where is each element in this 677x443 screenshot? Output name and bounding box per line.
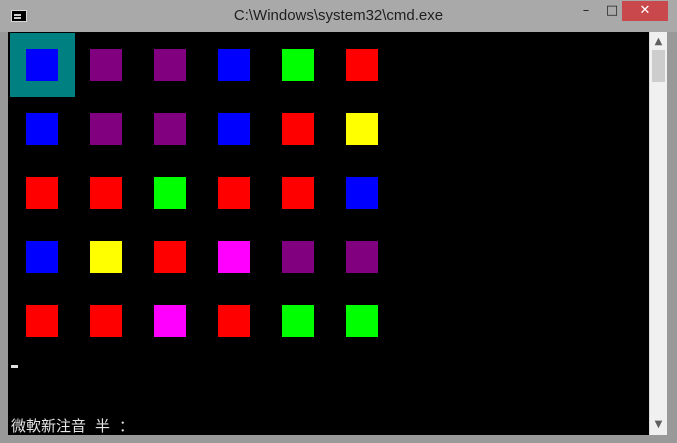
grid-cell-red xyxy=(346,49,378,81)
scroll-down-icon[interactable]: ▼ xyxy=(650,417,667,433)
grid-cell-red xyxy=(218,305,250,337)
grid-cell-blue xyxy=(26,241,58,273)
grid-cell-red xyxy=(90,305,122,337)
grid-cell-purple xyxy=(346,241,378,273)
grid-cell-green xyxy=(282,305,314,337)
grid-cell-purple xyxy=(154,49,186,81)
console-window: C:\Windows\system32\cmd.exe – □ ✕ 微軟新注音 … xyxy=(0,0,677,443)
ime-status: 微軟新注音 半 ： xyxy=(11,417,135,435)
grid-cell-green xyxy=(346,305,378,337)
scroll-thumb[interactable] xyxy=(652,50,665,82)
grid-cell-green xyxy=(282,49,314,81)
grid-cell-blue xyxy=(346,177,378,209)
grid-cell-purple xyxy=(154,113,186,145)
grid-cell-red xyxy=(282,177,314,209)
grid-cell-yellow xyxy=(346,113,378,145)
grid-cell-red xyxy=(90,177,122,209)
grid-cell-red xyxy=(282,113,314,145)
minimize-button[interactable]: – xyxy=(573,1,599,21)
grid-cell-purple xyxy=(90,49,122,81)
grid-cell-magenta xyxy=(218,241,250,273)
close-button[interactable]: ✕ xyxy=(622,1,668,21)
grid-cell-yellow xyxy=(90,241,122,273)
grid-cell-red xyxy=(26,177,58,209)
grid-cell-purple xyxy=(282,241,314,273)
text-cursor xyxy=(11,365,18,368)
grid-cell-magenta xyxy=(154,305,186,337)
grid-cell-green xyxy=(154,177,186,209)
grid-cell-blue xyxy=(218,49,250,81)
vertical-scrollbar[interactable]: ▲ ▼ xyxy=(649,32,667,435)
grid-cell-blue xyxy=(26,49,58,81)
console-area[interactable]: 微軟新注音 半 ： xyxy=(8,32,649,435)
grid-cell-purple xyxy=(90,113,122,145)
grid-cell-blue xyxy=(218,113,250,145)
grid-cell-red xyxy=(26,305,58,337)
grid-cell-red xyxy=(218,177,250,209)
grid-cell-red xyxy=(154,241,186,273)
title-bar[interactable]: C:\Windows\system32\cmd.exe – □ ✕ xyxy=(0,0,677,32)
scroll-up-icon[interactable]: ▲ xyxy=(650,34,667,50)
grid-cell-blue xyxy=(26,113,58,145)
